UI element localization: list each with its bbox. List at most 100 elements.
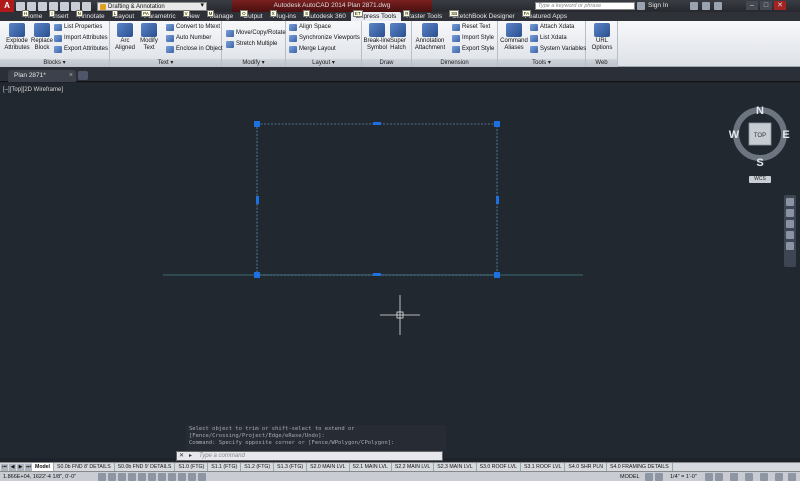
orbit-icon[interactable] bbox=[786, 231, 794, 239]
tab-plug-ins[interactable]: Plug-ins X bbox=[268, 10, 301, 21]
list-xdata-button[interactable]: List Xdata bbox=[530, 34, 567, 43]
modify-text-button[interactable]: Modify Text bbox=[134, 23, 164, 51]
auto-scale-icon[interactable] bbox=[715, 473, 723, 481]
super-hatch-button[interactable]: Super Hatch bbox=[386, 23, 410, 51]
coordinates-readout[interactable]: 1.866E+04, 1622'-4 1/8", 0'-0" bbox=[3, 472, 76, 481]
object-snap-tracking-icon[interactable] bbox=[168, 473, 176, 481]
layout-tab[interactable]: S1.1 (FTG) bbox=[208, 463, 242, 471]
print-icon[interactable] bbox=[60, 1, 69, 11]
close-button[interactable]: ✕ bbox=[774, 1, 786, 10]
import-style-button[interactable]: Import Style bbox=[452, 34, 494, 43]
model-space-toggle[interactable]: MODEL bbox=[620, 472, 640, 481]
tab-view[interactable]: View V bbox=[181, 10, 205, 21]
3d-object-snap-icon[interactable] bbox=[158, 473, 166, 481]
tab-parametric[interactable]: Parametric PA bbox=[139, 10, 180, 21]
clean-screen-icon[interactable] bbox=[788, 473, 796, 481]
grip-bottom-right[interactable] bbox=[494, 272, 500, 278]
tab-manage[interactable]: Manage M bbox=[205, 10, 239, 21]
grip-bottom-mid[interactable] bbox=[373, 273, 381, 276]
layout-tab[interactable]: S2.1 MAIN LVL bbox=[350, 463, 392, 471]
dynamic-ucs-icon[interactable] bbox=[178, 473, 186, 481]
modify-panel-title[interactable]: Modify ▾ bbox=[222, 59, 285, 67]
annotation-scale[interactable]: 1/4" = 1'-0" bbox=[670, 472, 697, 481]
binoculars-icon[interactable] bbox=[637, 2, 645, 10]
layout-tab[interactable]: S1.2 (FTG) bbox=[241, 463, 275, 471]
layout-tab[interactable]: S3.0 ROOF LVL bbox=[477, 463, 522, 471]
help-icon[interactable] bbox=[714, 2, 722, 10]
layout-tab[interactable]: S0.0b FND 8' DETAILS bbox=[54, 463, 115, 471]
exchange-icon[interactable] bbox=[690, 2, 698, 10]
tab-home[interactable]: Home H bbox=[20, 10, 47, 21]
tab-annotate[interactable]: Annotate N bbox=[74, 10, 110, 21]
url-options-button[interactable]: URL Options bbox=[587, 23, 617, 51]
grid-display-icon[interactable] bbox=[118, 473, 126, 481]
new-tab-button[interactable] bbox=[78, 71, 88, 80]
minimize-button[interactable]: – bbox=[746, 1, 758, 10]
tab-output[interactable]: Output O bbox=[238, 10, 268, 21]
stay-connected-icon[interactable] bbox=[702, 2, 710, 10]
command-aliases-button[interactable]: Command Aliases bbox=[498, 23, 530, 51]
synchronize-viewports-button[interactable]: Synchronize Viewports bbox=[289, 34, 360, 43]
layout-tab[interactable]: S0.0b FND 9' DETAILS bbox=[115, 463, 176, 471]
steering-wheel-icon[interactable] bbox=[786, 198, 794, 206]
compass-south[interactable]: S bbox=[756, 157, 763, 169]
snap-mode-icon[interactable] bbox=[108, 473, 116, 481]
replace-block-button[interactable]: Replace Block bbox=[27, 23, 57, 51]
compass-east[interactable]: E bbox=[782, 129, 789, 141]
wcs-menu[interactable]: WCS bbox=[749, 176, 771, 183]
help-search-input[interactable]: Type a keyword or phrase bbox=[535, 2, 635, 10]
convert-to-mtext-button[interactable]: Convert to Mtext bbox=[166, 23, 220, 32]
file-tab-plan-2871[interactable]: Plan 2871* × bbox=[8, 70, 76, 82]
layout-tab[interactable]: S2.2 MAIN LVL bbox=[392, 463, 435, 471]
tab-raster-tools[interactable]: Raster Tools R bbox=[401, 10, 447, 21]
system-variables-button[interactable]: System Variables bbox=[530, 45, 586, 54]
application-menu-button[interactable]: A bbox=[0, 0, 14, 12]
quick-view-layouts-icon[interactable] bbox=[645, 473, 653, 481]
compass-north[interactable]: N bbox=[756, 105, 764, 117]
isolate-objects-icon[interactable] bbox=[775, 473, 783, 481]
layout-tab[interactable]: S4.0 SHR PLN bbox=[565, 463, 608, 471]
layout-panel-title[interactable]: Layout ▾ bbox=[286, 59, 361, 67]
grip-left-mid[interactable] bbox=[256, 196, 259, 204]
layout-tab[interactable]: Model bbox=[32, 463, 54, 471]
text-panel-title[interactable]: Text ▾ bbox=[110, 59, 221, 67]
lock-ui-icon[interactable] bbox=[745, 473, 753, 481]
first-layout-icon[interactable]: ⏮ bbox=[1, 463, 8, 471]
grip-right-mid[interactable] bbox=[496, 196, 499, 204]
infer-constraints-icon[interactable] bbox=[98, 473, 106, 481]
pan-icon[interactable] bbox=[786, 209, 794, 217]
lineweight-icon[interactable] bbox=[198, 473, 206, 481]
quick-view-drawings-icon[interactable] bbox=[655, 473, 663, 481]
layout-tab[interactable]: S1.0 (FTG) bbox=[175, 463, 209, 471]
sign-in-link[interactable]: Sign In bbox=[648, 0, 668, 12]
selected-rectangle[interactable] bbox=[256, 123, 498, 276]
dynamic-input-icon[interactable] bbox=[188, 473, 196, 481]
align-space-button[interactable]: Align Space bbox=[289, 23, 331, 32]
layout-tab[interactable]: S4.0 FRAMING DETAILS bbox=[607, 463, 673, 471]
tab-express-tools[interactable]: Express Tools ET bbox=[350, 10, 402, 21]
maximize-button[interactable]: □ bbox=[760, 1, 772, 10]
layout-tab[interactable]: S2.3 MAIN LVL bbox=[434, 463, 477, 471]
export-attributes-button[interactable]: Export Attributes bbox=[54, 45, 108, 54]
redo-icon[interactable] bbox=[82, 1, 91, 11]
hardware-acceleration-icon[interactable] bbox=[760, 473, 768, 481]
drawing-canvas[interactable]: [–][Top][2D Wireframe] TOP N S E W WCS bbox=[0, 83, 800, 458]
tools-panel-title[interactable]: Tools ▾ bbox=[498, 59, 585, 67]
tab-featured-apps[interactable]: Featured Apps FA bbox=[520, 10, 572, 21]
reset-text-button[interactable]: Reset Text bbox=[452, 23, 490, 32]
layout-tab[interactable]: S1.3 (FTG) bbox=[274, 463, 308, 471]
save-icon[interactable] bbox=[38, 1, 47, 11]
grip-top-right[interactable] bbox=[494, 121, 500, 127]
blocks-panel-title[interactable]: Blocks ▾ bbox=[0, 59, 109, 67]
move-copy-rotate-button[interactable]: Move/Copy/Rotate bbox=[226, 29, 286, 38]
close-tab-icon[interactable]: × bbox=[69, 70, 73, 82]
layout-tab[interactable]: S3.1 ROOF LVL bbox=[521, 463, 566, 471]
grip-top-left[interactable] bbox=[254, 121, 260, 127]
viewcube[interactable]: TOP N S E W bbox=[729, 105, 790, 169]
annotation-visibility-icon[interactable] bbox=[705, 473, 713, 481]
tab-sketchbook-designer[interactable]: SketchBook Designer SB bbox=[447, 10, 520, 21]
grip-bottom-left[interactable] bbox=[254, 272, 260, 278]
polar-tracking-icon[interactable] bbox=[138, 473, 146, 481]
layout-tab[interactable]: S2.0 MAIN LVL bbox=[307, 463, 350, 471]
merge-layout-button[interactable]: Merge Layout bbox=[289, 45, 336, 54]
